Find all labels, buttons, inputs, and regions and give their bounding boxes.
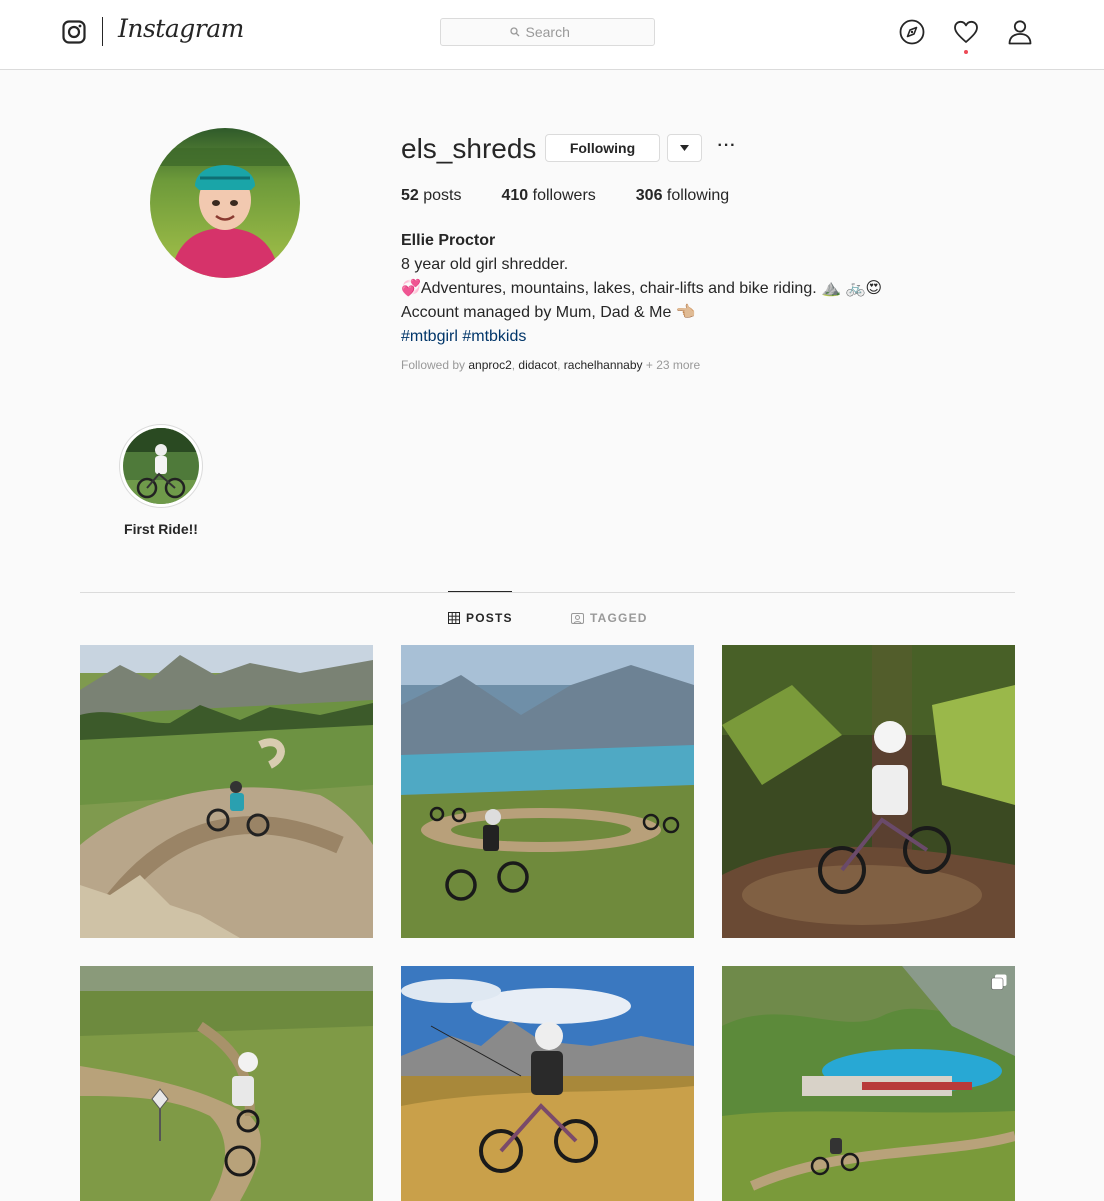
profile-icon[interactable]	[1007, 19, 1033, 45]
post-thumbnail[interactable]	[401, 645, 694, 938]
notification-dot	[964, 50, 968, 54]
profile-stats: 52 posts 410 followers 306 following	[401, 187, 729, 205]
highlight-label: First Ride!!	[124, 521, 198, 537]
explore-icon[interactable]	[899, 19, 925, 45]
heart-icon[interactable]	[953, 19, 979, 45]
highlight-thumbnail	[123, 428, 199, 504]
followers-stat[interactable]: 410 followers	[501, 187, 595, 205]
suggestions-dropdown-button[interactable]	[667, 134, 702, 162]
story-highlight[interactable]	[119, 424, 203, 508]
post-thumbnail[interactable]	[722, 966, 1015, 1201]
tagged-icon	[571, 613, 584, 624]
post-thumbnail[interactable]	[80, 645, 373, 938]
followed-by: Followed by anproc2, didacot, rachelhann…	[401, 358, 701, 372]
posts-count: 52	[401, 187, 419, 204]
following-button[interactable]: Following	[545, 134, 660, 162]
logo-divider	[102, 17, 103, 46]
tabs-divider	[80, 592, 1015, 593]
hashtag-link[interactable]: #mtbgirl	[401, 328, 458, 345]
follower-link[interactable]: didacot	[518, 358, 557, 372]
instagram-wordmark[interactable]: Instagram	[118, 14, 244, 43]
bio-line: Account managed by Mum, Dad & Me 👈🏼	[401, 304, 696, 321]
tab-posts-label: POSTS	[466, 611, 513, 625]
grid-icon	[448, 612, 460, 624]
search-input[interactable]	[525, 24, 586, 40]
follower-link[interactable]: anproc2	[468, 358, 511, 372]
following-label: following	[662, 187, 730, 204]
tab-posts[interactable]: POSTS	[448, 611, 513, 625]
search-icon	[509, 27, 519, 37]
bio-line: 💞Adventures, mountains, lakes, chair-lif…	[401, 280, 883, 297]
followed-more[interactable]: + 23 more	[643, 358, 700, 372]
following-count: 306	[635, 187, 663, 204]
posts-stat: 52 posts	[401, 187, 461, 205]
full-name: Ellie Proctor	[401, 232, 496, 249]
top-nav: Instagram	[0, 0, 1104, 70]
profile-username: els_shreds	[401, 133, 537, 164]
bio-hashtags: #mtbgirl #mtbkids	[401, 325, 882, 349]
bio-line: 8 year old girl shredder.	[401, 256, 569, 273]
tab-tagged-label: TAGGED	[590, 611, 648, 625]
hashtag-link[interactable]: #mtbkids	[462, 328, 526, 345]
following-stat[interactable]: 306 following	[636, 187, 729, 205]
search-box[interactable]	[440, 18, 655, 46]
followers-label: followers	[528, 187, 596, 204]
instagram-glyph-icon[interactable]	[62, 20, 86, 44]
followers-count: 410	[501, 187, 529, 204]
follower-link[interactable]: rachelhannaby	[564, 358, 643, 372]
post-thumbnail[interactable]	[722, 645, 1015, 938]
profile-bio: Ellie Proctor 8 year old girl shredder. …	[401, 229, 882, 349]
followed-by-prefix: Followed by	[401, 358, 469, 372]
profile-avatar[interactable]	[150, 128, 300, 278]
tab-tagged[interactable]: TAGGED	[571, 611, 648, 625]
active-tab-indicator	[448, 591, 512, 592]
more-options-button[interactable]: ···	[715, 134, 739, 162]
multiple-photos-icon	[991, 974, 1007, 990]
post-thumbnail[interactable]	[401, 966, 694, 1201]
posts-label: posts	[418, 187, 462, 204]
post-thumbnail[interactable]	[80, 966, 373, 1201]
caret-down-icon	[680, 144, 689, 151]
